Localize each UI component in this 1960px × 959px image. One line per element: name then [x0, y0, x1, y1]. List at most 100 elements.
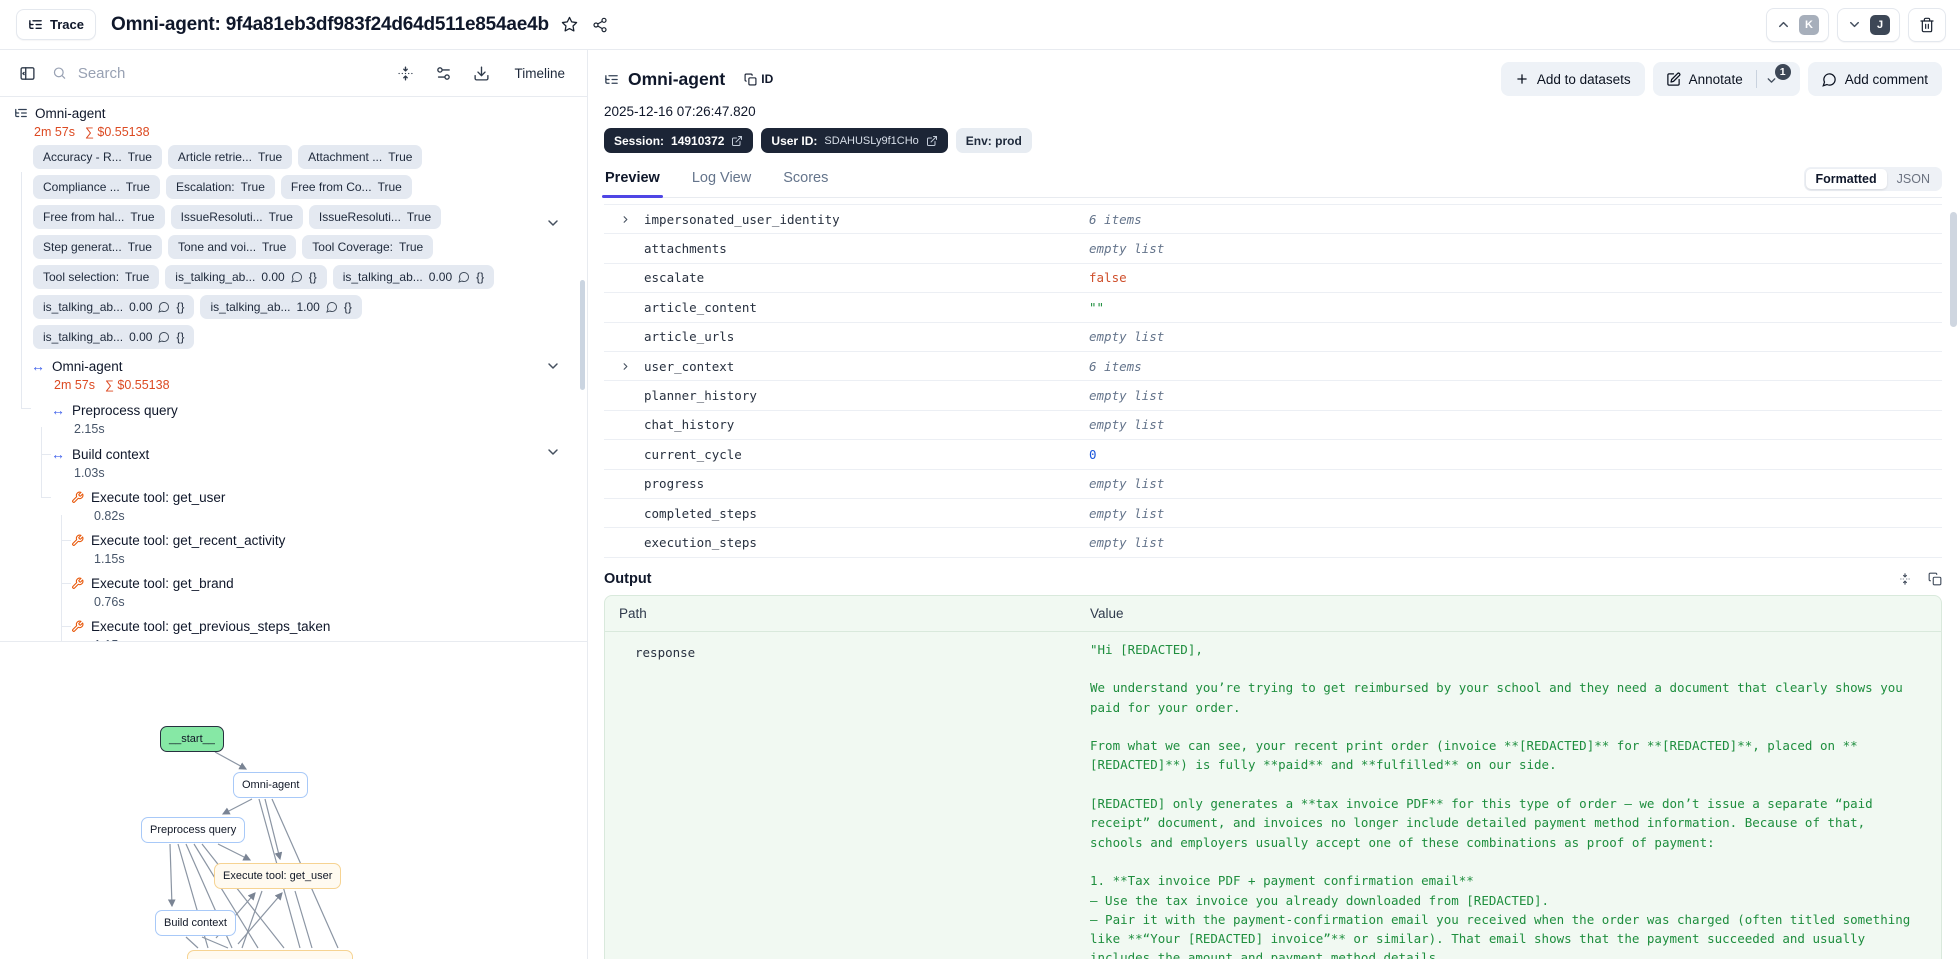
score-badge[interactable]: Compliance ... True [33, 175, 160, 199]
search-icon [53, 67, 66, 79]
graph-node-preprocess-query[interactable]: Preprocess query [141, 817, 246, 843]
timeline-toggle-button[interactable]: Timeline [506, 61, 573, 86]
table-row[interactable]: attachments empty list [604, 234, 1942, 264]
score-badge[interactable]: Tool selection: True [33, 265, 160, 289]
list-tree-icon [15, 108, 27, 118]
score-badge[interactable]: IssueResoluti... True [308, 205, 442, 229]
list-tree-icon [605, 74, 618, 84]
collapse-all-icon[interactable] [392, 60, 418, 86]
observation-title: Omni-agent [628, 68, 726, 89]
cost-value: ∑ $0.55138 [85, 125, 150, 139]
score-badge[interactable]: Free from Co... True [280, 175, 412, 199]
tree-item-build-context[interactable]: ↔ Build context [0, 444, 587, 464]
score-badge[interactable]: Escalation: True [165, 175, 275, 199]
table-row[interactable]: user_context 6 items [604, 352, 1942, 382]
view-settings-icon[interactable] [430, 60, 456, 86]
trace-viewer-app: Trace Omni-agent: 9f4a81eb3df983f24d64d5… [0, 0, 1960, 959]
annotate-button[interactable]: Annotate [1653, 62, 1756, 96]
trace-type-chip[interactable]: Trace [16, 9, 96, 40]
score-badge[interactable]: is_talking_ab... 1.00{} [200, 295, 362, 319]
graph-node-execute-tool-get-user[interactable]: Execute tool: get_user [214, 863, 342, 889]
tree-guide-line [41, 497, 51, 498]
collapse-chevron-icon[interactable] [545, 215, 561, 231]
share-icon[interactable] [585, 10, 615, 40]
tree-item-label: Omni-agent [35, 105, 106, 121]
chevron-down-icon [1850, 21, 1859, 28]
table-row[interactable]: article_content "" [604, 293, 1942, 323]
duration-value: 2.15s [74, 422, 105, 436]
collapse-panel-icon[interactable] [14, 60, 40, 86]
score-badges: Accuracy - R... True Article retrie... Tru… [33, 145, 529, 349]
delete-trace-button[interactable] [1908, 7, 1946, 42]
table-row[interactable]: progress empty list [604, 470, 1942, 499]
duration-value: 2m 57s [54, 378, 95, 392]
tab-log-view[interactable]: Log View [691, 170, 752, 197]
prev-trace-button[interactable]: K [1766, 7, 1829, 42]
chevron-right-icon[interactable] [620, 361, 631, 372]
format-toggle-json[interactable]: JSON [1887, 169, 1940, 189]
download-icon[interactable] [468, 60, 494, 86]
score-badge[interactable]: is_talking_ab... 0.00{} [165, 265, 327, 289]
chevron-right-icon[interactable] [620, 214, 631, 225]
next-trace-button[interactable]: J [1837, 7, 1900, 42]
add-to-datasets-button[interactable]: Add to datasets [1500, 62, 1645, 96]
table-row[interactable]: chat_history empty list [604, 411, 1942, 441]
tree-item-preprocess-query[interactable]: ↔ Preprocess query [0, 400, 587, 420]
shortcut-key-j: J [1870, 14, 1890, 35]
graph-node-build-context[interactable]: Build context [155, 910, 236, 936]
tree-agent-metrics: 2m 57s ∑ $0.55138 [0, 376, 587, 394]
tree-item-tool-get-brand[interactable]: Execute tool: get_brand [0, 573, 587, 593]
table-row[interactable]: completed_steps empty list [604, 499, 1942, 529]
tree-item-tool-get-user[interactable]: Execute tool: get_user [0, 487, 587, 507]
tab-preview[interactable]: Preview [602, 170, 663, 198]
score-badge[interactable]: Step generat... True [33, 235, 162, 259]
score-badge[interactable]: Tool Coverage: True [302, 235, 434, 259]
id-label: ID [761, 72, 774, 86]
graph-node-omni-agent[interactable]: Omni-agent [233, 772, 309, 798]
input-preview-table: impersonated_user_identity 6 items attach… [604, 204, 1942, 558]
score-badge[interactable]: Tone and voi... True [167, 235, 297, 259]
copy-icon[interactable] [1928, 572, 1942, 586]
add-comment-button[interactable]: Add comment [1807, 62, 1942, 96]
graph-node-start[interactable]: __start__ [160, 726, 224, 752]
score-badge[interactable]: Free from hal... True [33, 205, 165, 229]
score-badge[interactable]: is_talking_ab... 0.00{} [332, 265, 495, 289]
table-row[interactable]: planner_history empty list [604, 381, 1942, 411]
score-badge[interactable]: is_talking_ab... 0.00{} [33, 325, 195, 349]
user-id-badge[interactable]: User ID: SDAHUSLy9f1CHo [761, 128, 948, 153]
table-row[interactable]: escalate false [604, 264, 1942, 294]
search-input[interactable] [75, 63, 381, 83]
score-badge[interactable]: IssueResoluti... True [170, 205, 303, 229]
sidebar-scrollbar[interactable] [580, 280, 585, 390]
wrench-icon [72, 620, 84, 632]
tree-item-root-trace[interactable]: Omni-agent [0, 103, 587, 123]
duration-value: 0.82s [94, 509, 125, 523]
annotate-dropdown-button[interactable]: 1 [1757, 62, 1800, 96]
chevron-up-icon [1779, 21, 1788, 28]
wrench-icon [72, 577, 84, 589]
search-box[interactable] [52, 63, 381, 83]
collapse-chevron-icon[interactable] [545, 444, 561, 460]
tab-scores[interactable]: Scores [782, 170, 829, 197]
session-badge[interactable]: Session: 14910372 [604, 128, 754, 153]
score-badge[interactable]: Accuracy - R... True [33, 145, 162, 169]
format-toggle-formatted[interactable]: Formatted [1805, 169, 1887, 189]
table-row[interactable]: execution_steps empty list [604, 528, 1942, 558]
score-badge[interactable]: Attachment ... True [298, 145, 423, 169]
tree-item-omni-agent[interactable]: ↔ Omni-agent [0, 356, 587, 376]
copy-id-button[interactable]: ID [738, 71, 779, 87]
table-row[interactable]: current_cycle 0 [604, 440, 1942, 470]
graph-node-partial[interactable] [187, 950, 353, 959]
score-badge[interactable]: Article retrie... True [167, 145, 293, 169]
main-scrollbar[interactable] [1950, 212, 1957, 327]
bookmark-star-icon[interactable] [555, 10, 585, 40]
collapse-chevron-icon[interactable] [545, 358, 561, 374]
tree-item-tool-get-previous-steps-taken[interactable]: Execute tool: get_previous_steps_taken [0, 616, 587, 636]
score-badge[interactable]: is_talking_ab... 0.00{} [33, 295, 195, 319]
table-row[interactable]: article_urls empty list [604, 323, 1942, 352]
expand-icon[interactable] [1898, 572, 1912, 586]
output-path-cell: response [635, 644, 696, 660]
table-row[interactable]: impersonated_user_identity 6 items [604, 205, 1942, 235]
tree-item-tool-get-recent-activity[interactable]: Execute tool: get_recent_activity [0, 530, 587, 550]
table-row[interactable]: response "Hi [REDACTED], We understand y… [605, 632, 1941, 959]
